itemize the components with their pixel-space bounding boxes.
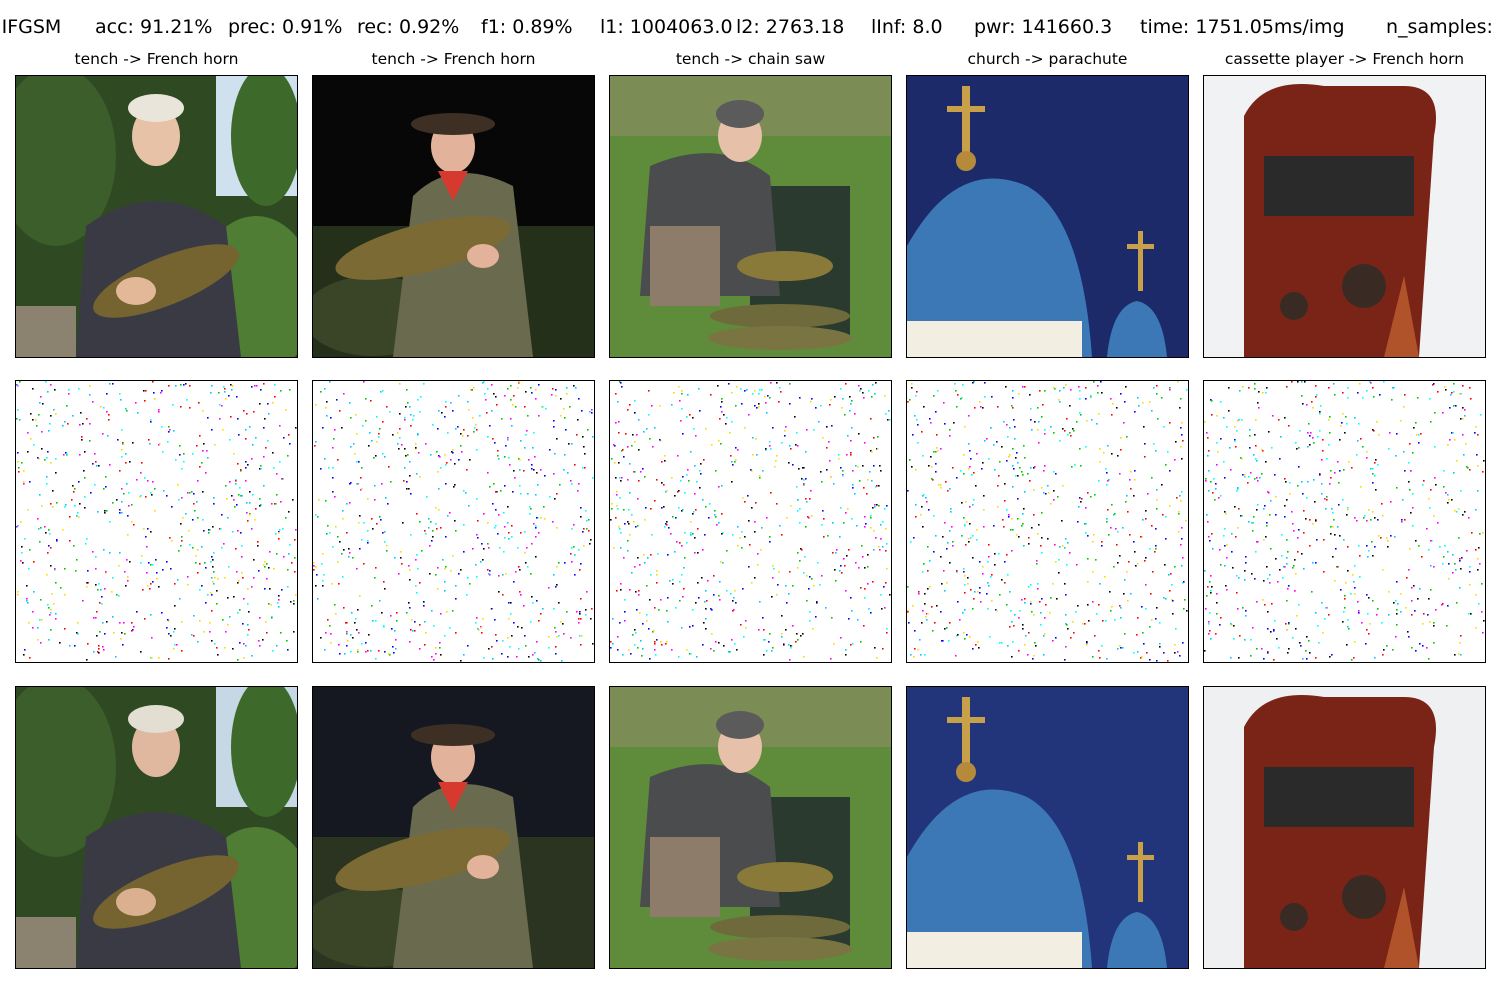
original-image-5 [1203, 75, 1486, 358]
perturbation-2 [312, 380, 595, 663]
column-title-2: tench -> French horn [371, 50, 536, 68]
original-image-1 [15, 75, 298, 358]
column-title-3: tench -> chain saw [675, 50, 826, 68]
column-title-4: church -> parachute [967, 50, 1128, 68]
linf-metric: lInf: 8.0 [871, 16, 943, 38]
prec-metric: prec: 0.91% [228, 16, 343, 38]
n-samples-metric: n_samples: [1386, 16, 1493, 38]
acc-metric: acc: 91.21% [95, 16, 213, 38]
method-label: IIFGSM [0, 16, 62, 38]
adversarial-image-4 [906, 686, 1189, 969]
l1-metric: l1: 1004063.0 [600, 16, 733, 38]
original-image-2 [312, 75, 595, 358]
adversarial-image-1 [15, 686, 298, 969]
l2-metric: l2: 2763.18 [736, 16, 845, 38]
metrics-header: IIFGSM acc: 91.21% prec: 0.91% rec: 0.92… [0, 12, 1500, 44]
time-metric: time: 1751.05ms/img [1140, 16, 1345, 38]
perturbation-5 [1203, 380, 1486, 663]
pwr-metric: pwr: 141660.3 [974, 16, 1113, 38]
f1-metric: f1: 0.89% [481, 16, 573, 38]
column-title-1: tench -> French horn [74, 50, 239, 68]
perturbation-1 [15, 380, 298, 663]
adversarial-image-5 [1203, 686, 1486, 969]
perturbation-3 [609, 380, 892, 663]
adversarial-image-2 [312, 686, 595, 969]
original-image-4 [906, 75, 1189, 358]
perturbation-4 [906, 380, 1189, 663]
adversarial-image-3 [609, 686, 892, 969]
rec-metric: rec: 0.92% [357, 16, 460, 38]
column-title-5: cassette player -> French horn [1224, 50, 1465, 68]
original-image-3 [609, 75, 892, 358]
